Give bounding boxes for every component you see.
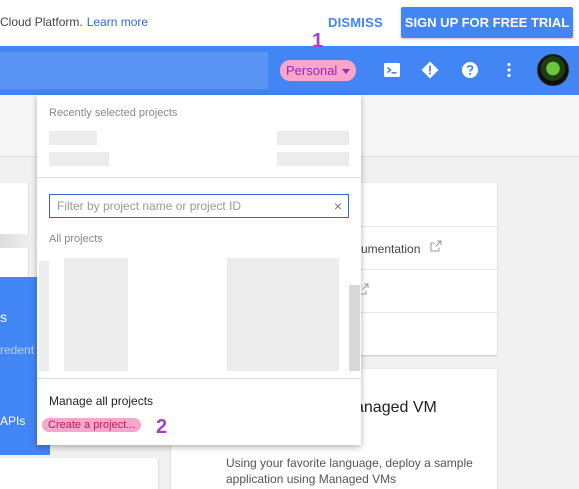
blue-card-text: redent [0, 343, 35, 357]
promo-banner: Cloud Platform. Learn more DISMISS SIGN U… [0, 0, 579, 46]
documentation-link[interactable]: umentation [361, 242, 420, 256]
cloud-shell-icon[interactable] [382, 60, 402, 80]
managed-vm-description: Using your favorite language, deploy a s… [226, 456, 473, 486]
signup-free-trial-button[interactable]: SIGN UP FOR FREE TRIAL [401, 7, 573, 38]
project-id-list[interactable] [227, 258, 339, 371]
avatar[interactable] [537, 54, 569, 86]
filter-input[interactable] [50, 195, 320, 217]
divider [37, 177, 361, 178]
project-dropdown: Recently selected projects × All project… [37, 95, 361, 445]
scrollbar[interactable] [349, 285, 360, 371]
caret-down-icon [342, 69, 351, 75]
banner-text: Cloud Platform. Learn more [0, 15, 148, 29]
recent-projects-heading: Recently selected projects [49, 107, 178, 119]
project-selector-label: Personal [286, 63, 338, 78]
recent-project-id[interactable] [277, 152, 349, 166]
notifications-icon[interactable] [420, 60, 440, 80]
more-vert-icon[interactable] [499, 60, 519, 80]
project-name-list[interactable] [64, 258, 128, 371]
recent-project-id[interactable] [277, 131, 349, 145]
blurred-item [0, 234, 38, 248]
manage-all-projects-link[interactable]: Manage all projects [49, 394, 153, 408]
all-projects-heading: All projects [49, 233, 103, 245]
project-list-blur [39, 261, 49, 371]
help-icon[interactable] [460, 60, 480, 80]
clear-filter-icon[interactable]: × [334, 198, 342, 214]
blue-card-link[interactable]: APIs [0, 414, 25, 428]
banner-message: Cloud Platform. [0, 15, 83, 29]
blue-card-title: s [0, 309, 7, 325]
divider [37, 378, 361, 379]
learn-more-link[interactable]: Learn more [87, 15, 148, 29]
project-selector[interactable]: Personal [280, 60, 357, 81]
project-filter[interactable]: × [49, 194, 349, 218]
step-marker-2: 2 [156, 416, 168, 438]
create-project-link[interactable]: Create a project... [42, 418, 142, 432]
search-box[interactable] [0, 52, 268, 89]
recent-project-name[interactable] [49, 131, 97, 145]
console-page: Cloud Platform. Learn more DISMISS SIGN U… [0, 0, 579, 489]
top-bar: Personal [0, 46, 579, 95]
dismiss-button[interactable]: DISMISS [328, 15, 383, 30]
recent-project-name[interactable] [49, 152, 109, 166]
managed-vm-title: anaged VM [355, 399, 437, 416]
bottom-left-card [0, 458, 158, 489]
external-link-icon [430, 240, 442, 252]
step-marker-1: 1 [312, 30, 324, 52]
